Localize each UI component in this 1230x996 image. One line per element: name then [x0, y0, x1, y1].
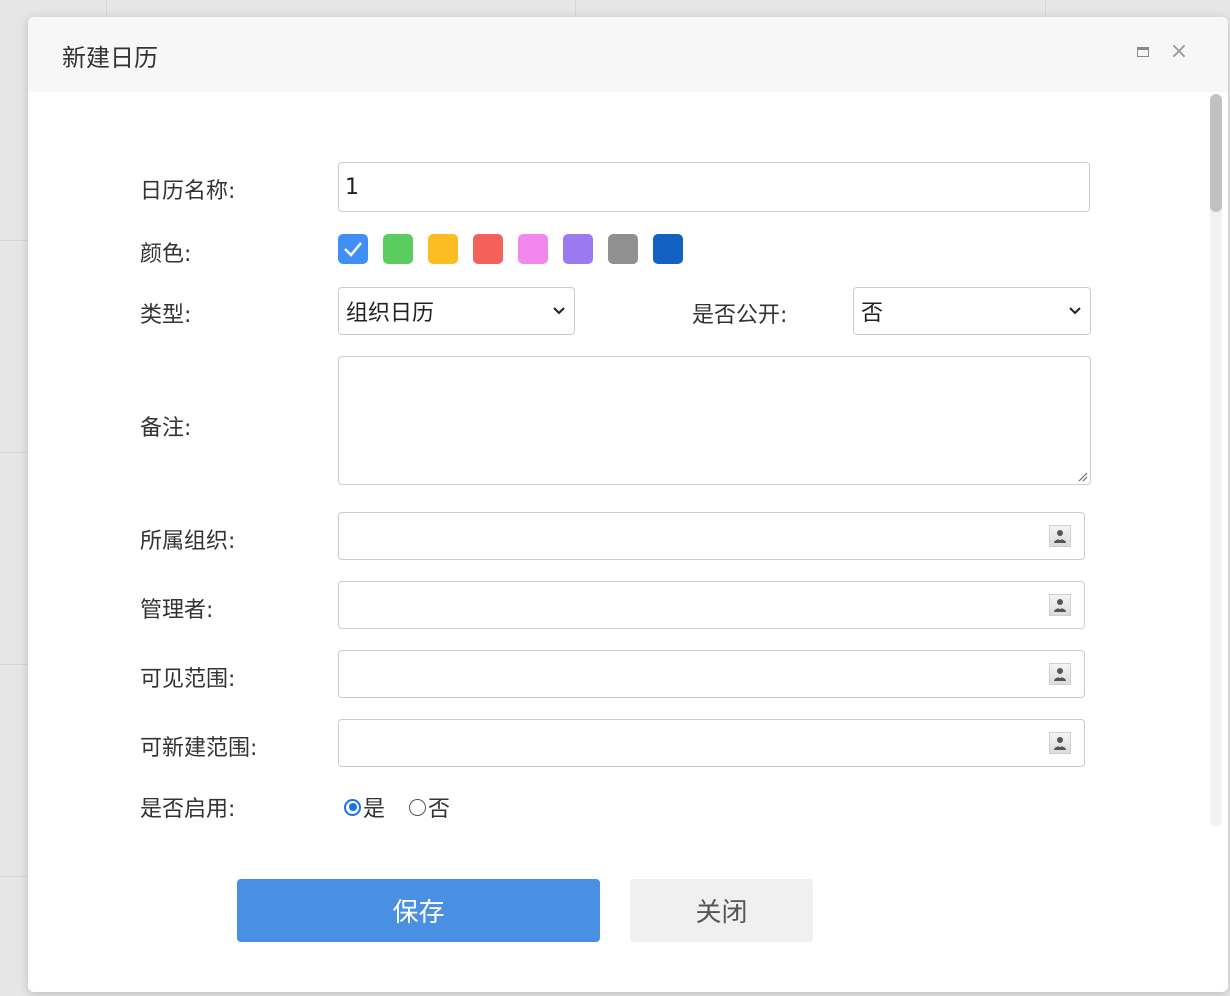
user-icon[interactable]	[1049, 594, 1071, 616]
color-swatch[interactable]	[608, 234, 638, 264]
background-grid-line	[0, 240, 28, 241]
user-icon[interactable]	[1049, 663, 1071, 685]
color-swatch[interactable]	[428, 234, 458, 264]
remark-textarea[interactable]	[338, 356, 1091, 485]
background-grid-line	[0, 664, 28, 665]
color-swatch[interactable]	[653, 234, 683, 264]
dialog-scrollbar[interactable]	[1210, 94, 1222, 826]
close-button[interactable]: 关闭	[630, 879, 813, 942]
remark-label: 备注:	[140, 416, 192, 441]
new-calendar-dialog: 新建日历 × 日历名称: 1 颜色: 类型: 组织日历 是否公开: 否 备注:	[28, 17, 1228, 992]
dialog-header: 新建日历 ×	[28, 17, 1228, 92]
color-swatch[interactable]	[518, 234, 548, 264]
color-swatch[interactable]	[563, 234, 593, 264]
type-label: 类型:	[140, 303, 192, 328]
dialog-title: 新建日历	[62, 44, 158, 72]
check-icon	[344, 242, 362, 257]
maximize-icon	[1137, 47, 1149, 57]
color-swatch[interactable]	[338, 234, 368, 264]
create-scope-picker-input[interactable]	[338, 719, 1085, 767]
scrollbar-thumb[interactable]	[1210, 94, 1222, 212]
enabled-radio-group: 是 否	[344, 791, 450, 823]
type-select-value: 组织日历	[346, 301, 435, 326]
enabled-label: 是否启用:	[140, 797, 236, 822]
color-label: 颜色:	[140, 242, 192, 267]
enabled-yes-radio[interactable]	[344, 798, 361, 816]
manager-label: 管理者:	[140, 598, 214, 623]
chevron-down-icon	[1069, 307, 1081, 315]
public-label: 是否公开:	[692, 303, 788, 328]
public-select-value: 否	[861, 301, 884, 326]
enabled-no-label[interactable]: 否	[428, 791, 450, 823]
org-label: 所属组织:	[140, 529, 236, 554]
public-select[interactable]: 否	[853, 287, 1091, 335]
enabled-no-radio[interactable]	[409, 798, 427, 816]
visible-scope-label: 可见范围:	[140, 667, 236, 692]
maximize-button[interactable]	[1134, 43, 1152, 61]
user-icon[interactable]	[1049, 732, 1071, 754]
color-swatch[interactable]	[473, 234, 503, 264]
manager-picker-input[interactable]	[338, 581, 1085, 629]
background-grid-line	[0, 876, 28, 877]
type-select[interactable]: 组织日历	[338, 287, 575, 335]
calendar-name-value: 1	[345, 174, 359, 200]
close-icon: ×	[1169, 39, 1189, 64]
enabled-yes-label[interactable]: 是	[363, 791, 385, 823]
calendar-name-label: 日历名称:	[140, 179, 236, 204]
color-swatch[interactable]	[383, 234, 413, 264]
visible-scope-picker-input[interactable]	[338, 650, 1085, 698]
create-scope-label: 可新建范围:	[140, 736, 258, 761]
user-icon[interactable]	[1049, 525, 1071, 547]
resize-grip-icon[interactable]	[1076, 470, 1088, 482]
calendar-name-input[interactable]: 1	[338, 162, 1090, 212]
close-dialog-button[interactable]: ×	[1169, 39, 1189, 64]
save-button[interactable]: 保存	[237, 879, 600, 942]
org-picker-input[interactable]	[338, 512, 1085, 560]
background-grid-line	[0, 452, 28, 453]
chevron-down-icon	[553, 307, 565, 315]
